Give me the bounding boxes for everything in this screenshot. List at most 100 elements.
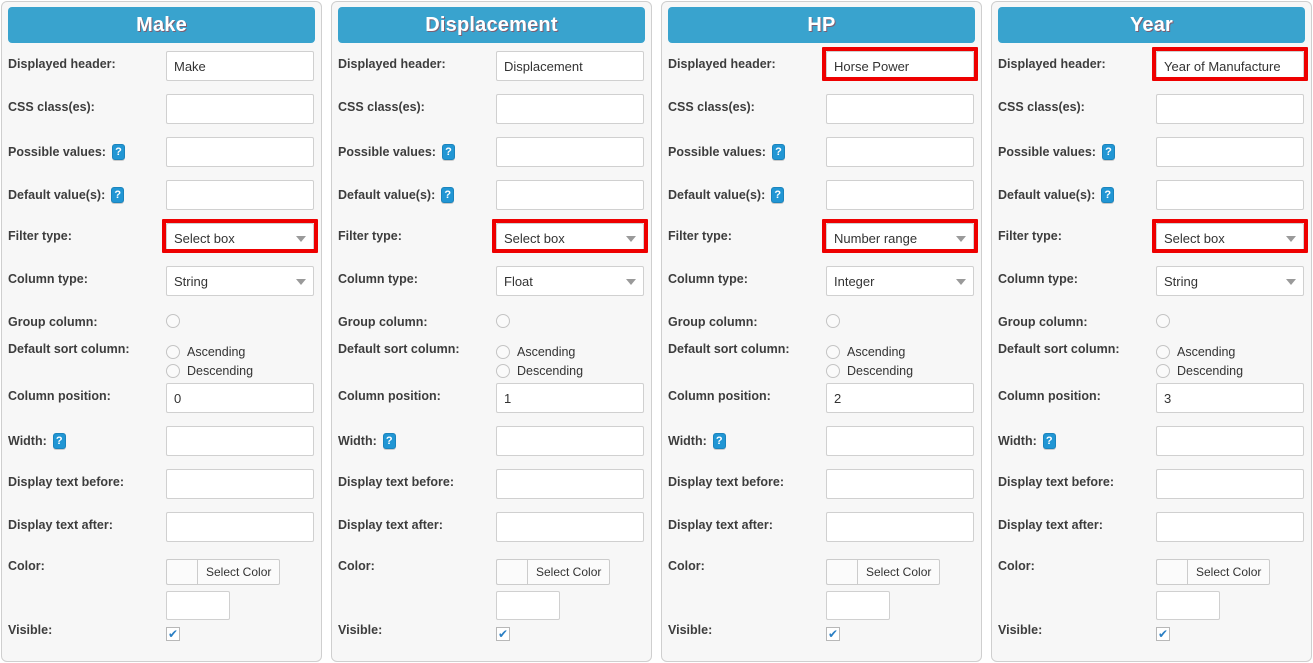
label-column_position: Column position: xyxy=(338,380,496,403)
width-input[interactable] xyxy=(166,426,314,456)
group-column-radio[interactable] xyxy=(166,314,180,328)
possible_values-input[interactable] xyxy=(166,137,314,167)
column_position-input[interactable] xyxy=(1156,383,1304,413)
displayed_header-input[interactable] xyxy=(166,51,314,81)
sort-descending-option[interactable]: Descending xyxy=(166,361,315,380)
panel-title: Make xyxy=(8,7,315,43)
display_text_before-input[interactable] xyxy=(1156,469,1304,499)
possible_values-input[interactable] xyxy=(1156,137,1304,167)
help-icon[interactable]: ? xyxy=(771,187,785,203)
sort-ascending-option[interactable]: Ascending xyxy=(166,342,315,361)
sort-ascending-option[interactable]: Ascending xyxy=(1156,342,1305,361)
css_classes-input[interactable] xyxy=(1156,94,1304,124)
displayed_header-input[interactable] xyxy=(826,51,974,81)
column_type-select[interactable]: String xyxy=(166,266,314,296)
help-icon[interactable]: ? xyxy=(441,187,455,203)
displayed_header-input[interactable] xyxy=(1156,51,1304,81)
default_values-input[interactable] xyxy=(166,180,314,210)
sort-ascending-radio[interactable] xyxy=(826,344,840,359)
sort-descending-radio[interactable] xyxy=(1156,363,1170,378)
display_text_after-input[interactable] xyxy=(496,512,644,542)
default_values-input[interactable] xyxy=(1156,180,1304,210)
sort-ascending-radio[interactable] xyxy=(496,344,510,359)
visible-checkbox[interactable]: ✔ xyxy=(826,627,840,641)
visible-checkbox[interactable]: ✔ xyxy=(1156,627,1170,641)
possible_values-input[interactable] xyxy=(826,137,974,167)
help-icon[interactable]: ? xyxy=(111,144,125,160)
column_type-select[interactable]: Float xyxy=(496,266,644,296)
label-column_type: Column type: xyxy=(338,263,496,286)
possible_values-input[interactable] xyxy=(496,137,644,167)
label-width: Width:? xyxy=(668,423,826,449)
column_type-select[interactable]: String xyxy=(1156,266,1304,296)
filter_type-select[interactable]: Select box xyxy=(166,223,314,253)
group-column-radio[interactable] xyxy=(1156,314,1170,328)
display_text_before-input[interactable] xyxy=(496,469,644,499)
column_position-input[interactable] xyxy=(496,383,644,413)
color-swatch[interactable] xyxy=(1156,559,1187,585)
display_text_before-input[interactable] xyxy=(826,469,974,499)
color-swatch[interactable] xyxy=(496,559,527,585)
label-default-sort-column: Default sort column: xyxy=(998,337,1156,356)
select-color-button[interactable]: Select Color xyxy=(527,559,611,585)
label-filter_type: Filter type: xyxy=(8,220,166,243)
visible-checkbox[interactable]: ✔ xyxy=(166,627,180,641)
css_classes-input[interactable] xyxy=(496,94,644,124)
display_text_before-input[interactable] xyxy=(166,469,314,499)
sort-descending-radio[interactable] xyxy=(166,363,180,378)
default_values-input[interactable] xyxy=(826,180,974,210)
color-value-input[interactable] xyxy=(1156,591,1220,620)
width-input[interactable] xyxy=(496,426,644,456)
column_position-input[interactable] xyxy=(826,383,974,413)
sort-ascending-radio[interactable] xyxy=(166,344,180,359)
filter_type-select[interactable]: Select box xyxy=(496,223,644,253)
color-value-input[interactable] xyxy=(496,591,560,620)
css_classes-input[interactable] xyxy=(166,94,314,124)
width-input[interactable] xyxy=(1156,426,1304,456)
group-column-radio[interactable] xyxy=(826,314,840,328)
displayed_header-input[interactable] xyxy=(496,51,644,81)
filter_type-select[interactable]: Select box xyxy=(1156,223,1304,253)
help-icon[interactable]: ? xyxy=(1101,144,1115,160)
sort-descending-option[interactable]: Descending xyxy=(1156,361,1305,380)
sort-ascending-option[interactable]: Ascending xyxy=(496,342,645,361)
help-icon[interactable]: ? xyxy=(441,144,455,160)
display_text_after-input[interactable] xyxy=(826,512,974,542)
field-row-possible_values: Possible values:? xyxy=(668,134,975,177)
help-icon[interactable]: ? xyxy=(52,433,66,449)
sort-descending-radio[interactable] xyxy=(496,363,510,378)
visible-checkbox[interactable]: ✔ xyxy=(496,627,510,641)
label-default-sort-column: Default sort column: xyxy=(668,337,826,356)
help-icon[interactable]: ? xyxy=(382,433,396,449)
field-row-displayed_header: Displayed header: xyxy=(998,47,1308,91)
group-column-radio[interactable] xyxy=(496,314,510,328)
color-swatch[interactable] xyxy=(826,559,857,585)
sort-ascending-radio[interactable] xyxy=(1156,344,1170,359)
sort-descending-option[interactable]: Descending xyxy=(496,361,645,380)
column-panel-make: Make Displayed header: CSS class(es): Possi… xyxy=(1,1,322,662)
column_position-input[interactable] xyxy=(166,383,314,413)
field-row-color: Color: Select Color xyxy=(668,552,975,620)
css_classes-input[interactable] xyxy=(826,94,974,124)
width-input[interactable] xyxy=(826,426,974,456)
help-icon[interactable]: ? xyxy=(111,187,125,203)
help-icon[interactable]: ? xyxy=(712,433,726,449)
sort-descending-option[interactable]: Descending xyxy=(826,361,975,380)
select-color-button[interactable]: Select Color xyxy=(1187,559,1271,585)
color-value-input[interactable] xyxy=(826,591,890,620)
display_text_after-input[interactable] xyxy=(1156,512,1304,542)
select-color-button[interactable]: Select Color xyxy=(197,559,281,585)
help-icon[interactable]: ? xyxy=(1042,433,1056,449)
help-icon[interactable]: ? xyxy=(1101,187,1115,203)
filter_type-select[interactable]: Number range xyxy=(826,223,974,253)
display_text_after-input[interactable] xyxy=(166,512,314,542)
sort-ascending-option[interactable]: Ascending xyxy=(826,342,975,361)
label-possible_values: Possible values:? xyxy=(998,134,1156,160)
help-icon[interactable]: ? xyxy=(771,144,785,160)
column_type-select[interactable]: Integer xyxy=(826,266,974,296)
color-value-input[interactable] xyxy=(166,591,230,620)
sort-descending-radio[interactable] xyxy=(826,363,840,378)
color-swatch[interactable] xyxy=(166,559,197,585)
select-color-button[interactable]: Select Color xyxy=(857,559,941,585)
default_values-input[interactable] xyxy=(496,180,644,210)
